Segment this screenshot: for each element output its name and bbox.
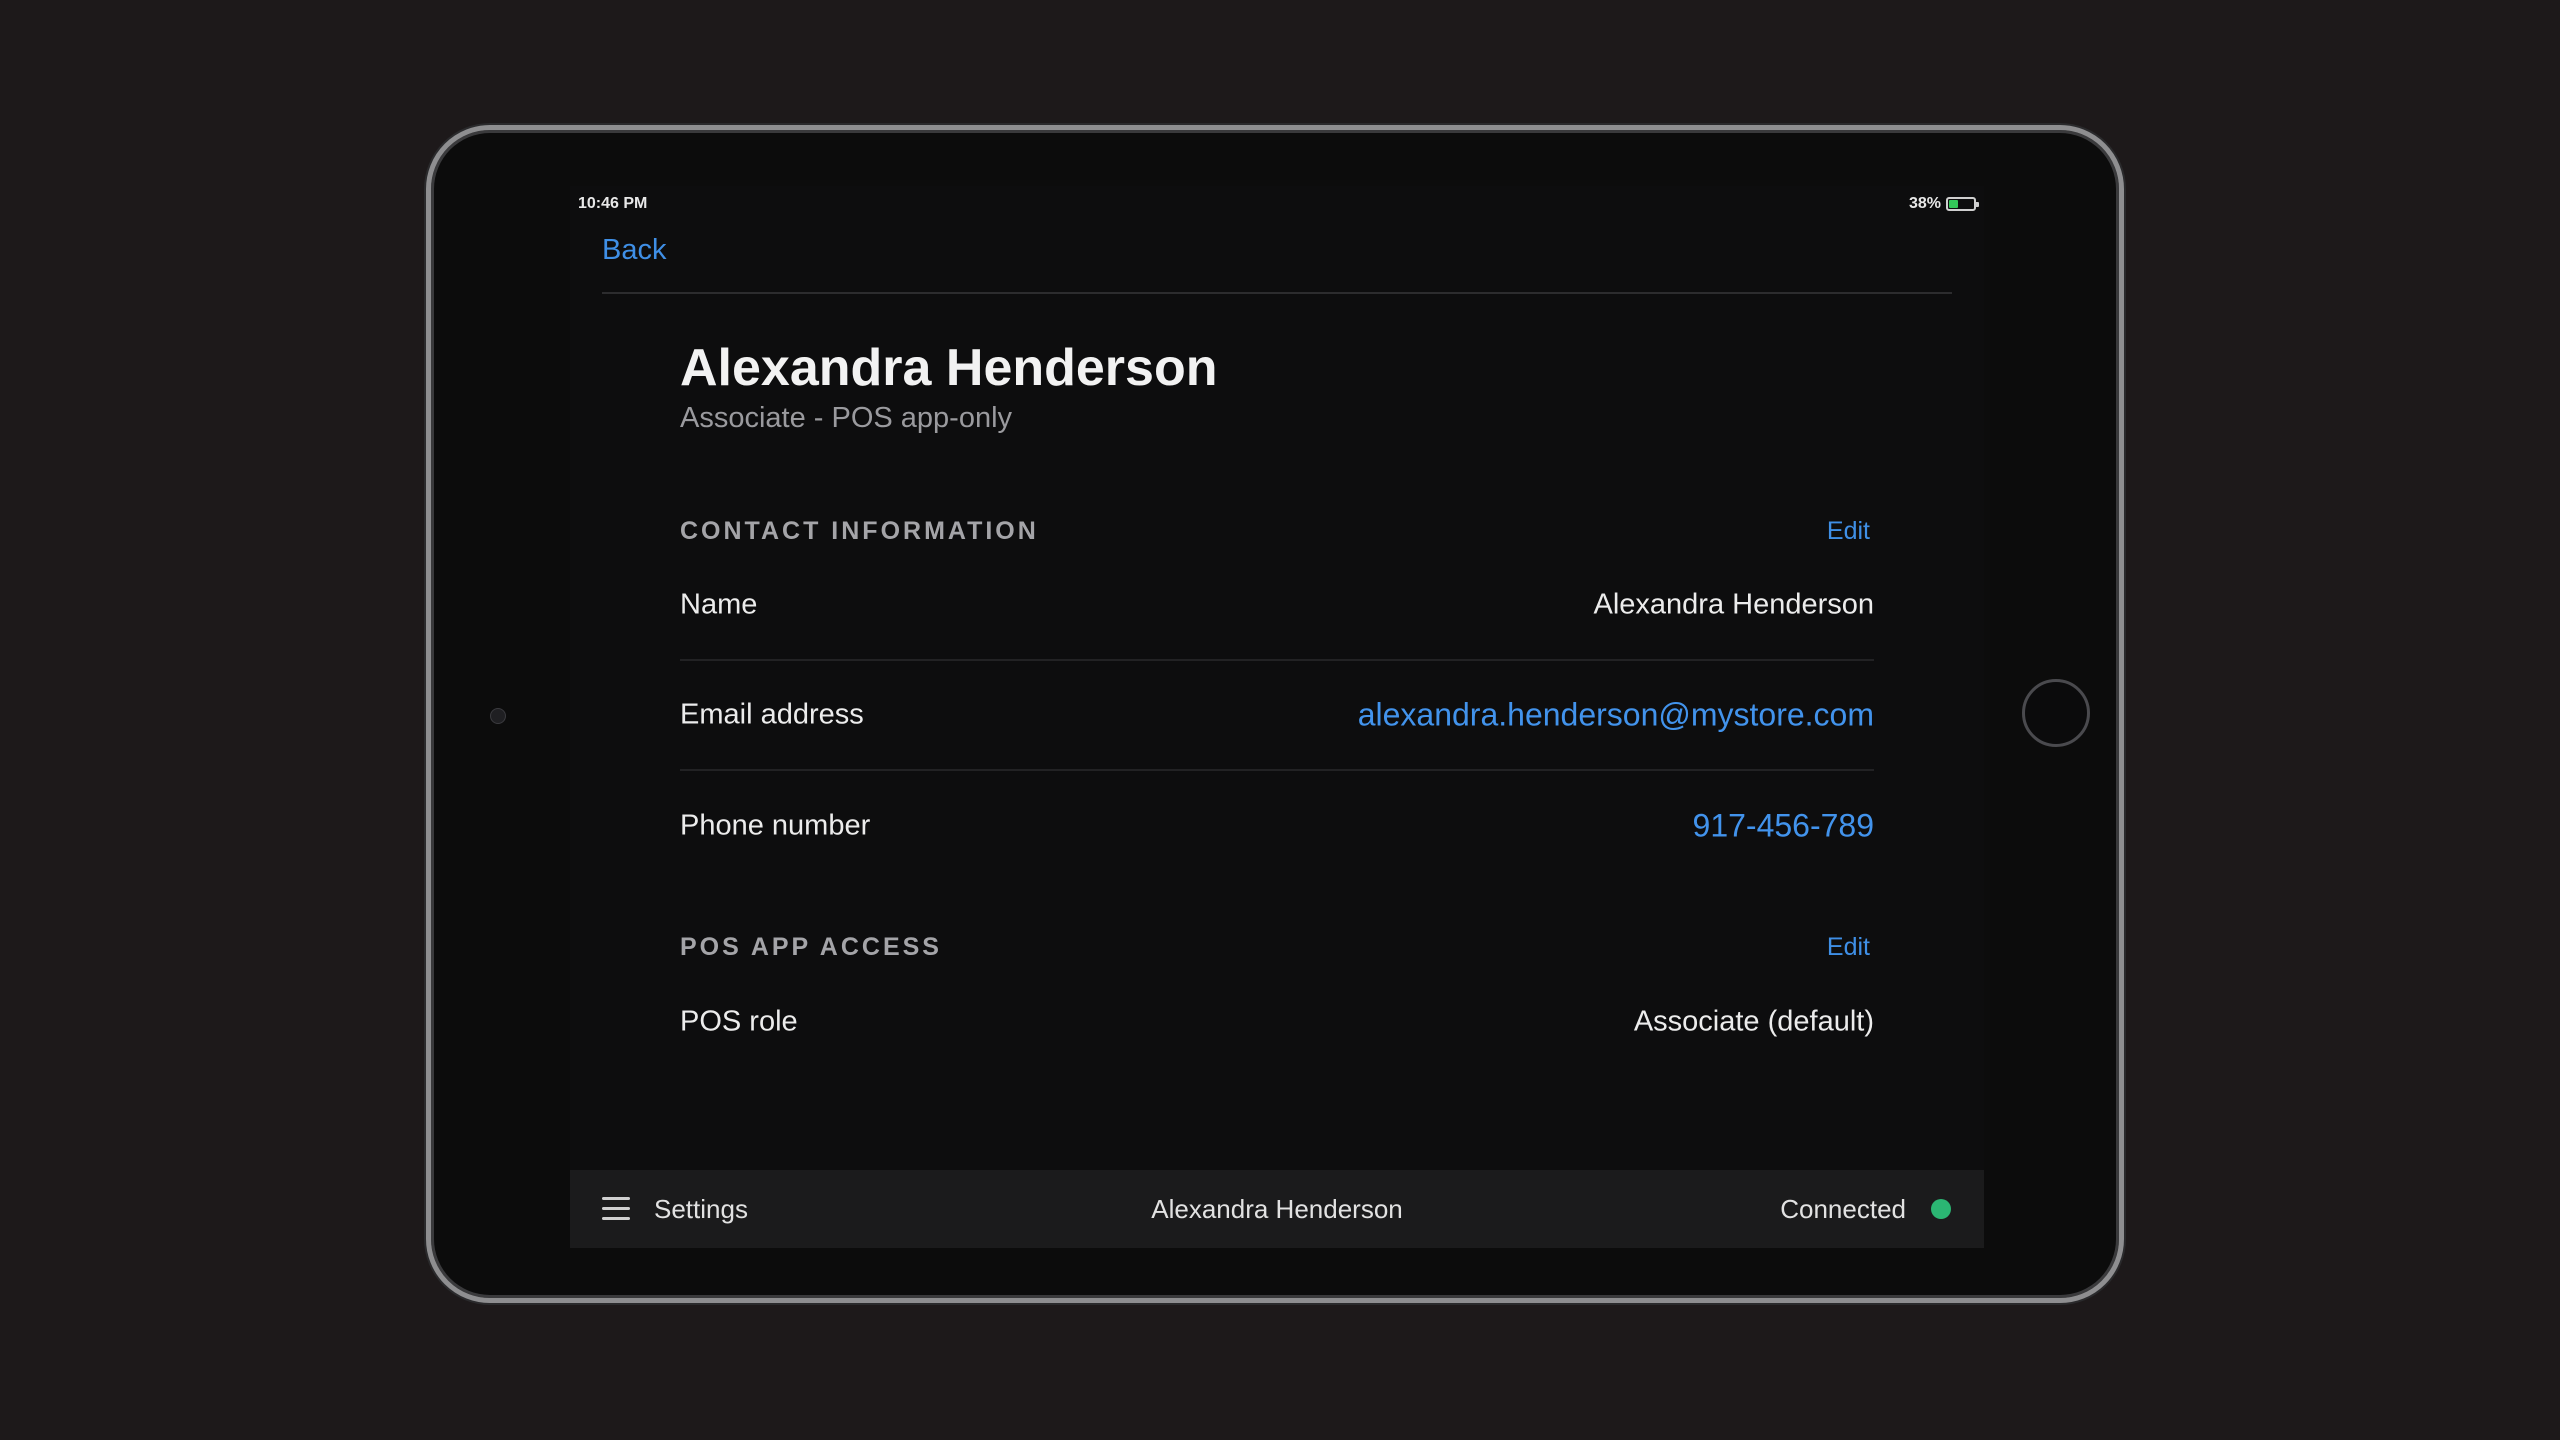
status-bar: 10:46 PM 38% — [570, 186, 1984, 222]
status-right: 38% — [1908, 195, 1979, 213]
contact-section-title: CONTACT INFORMATION — [680, 517, 1039, 545]
row-label: Email address — [680, 698, 864, 731]
stage: 10:46 PM 38% Back Alexandra Henderson As… — [0, 0, 2560, 1440]
nav-bar: Back — [602, 230, 1952, 294]
row-label: POS role — [680, 1005, 798, 1038]
contact-row-phone: Phone number 917-456-789 — [680, 771, 1874, 881]
back-button[interactable]: Back — [602, 234, 666, 267]
status-dot-icon — [1931, 1199, 1951, 1219]
contact-edit-button[interactable]: Edit — [1827, 517, 1870, 546]
profile-role: Associate - POS app-only — [680, 402, 1013, 434]
contact-section-header: CONTACT INFORMATION Edit — [680, 511, 1874, 551]
name-value: Alexandra Henderson — [1593, 588, 1874, 621]
pos-role-value: Associate (default) — [1633, 1005, 1874, 1038]
battery-fill — [1949, 200, 1959, 208]
pos-role-row: POS role Associate (default) — [680, 967, 1874, 1077]
bottom-bar: Settings Alexandra Henderson Connected — [570, 1170, 1984, 1248]
connection-status: Connected — [1780, 1194, 1906, 1224]
page-title: Alexandra Henderson — [680, 339, 1218, 397]
employee-detail: Alexandra Henderson Associate - POS app-… — [680, 336, 1874, 1077]
pos-access-section-title: POS APP ACCESS — [680, 933, 942, 961]
contact-row-name: Name Alexandra Henderson — [680, 551, 1874, 661]
pos-access-edit-button[interactable]: Edit — [1827, 933, 1870, 962]
email-link[interactable]: alexandra.henderson@mystore.com — [1358, 697, 1874, 734]
current-user-label: Alexandra Henderson — [1151, 1194, 1403, 1224]
row-label: Phone number — [680, 809, 871, 842]
pos-access-section-header: POS APP ACCESS Edit — [680, 927, 1874, 967]
home-button[interactable] — [2022, 679, 2090, 747]
battery-icon — [1946, 197, 1979, 211]
battery-percent: 38% — [1908, 195, 1941, 212]
screen: 10:46 PM 38% Back Alexandra Henderson As… — [570, 186, 1984, 1248]
phone-link[interactable]: 917-456-789 — [1693, 808, 1874, 845]
front-camera — [490, 708, 506, 724]
status-time: 10:46 PM — [578, 195, 648, 212]
contact-row-email: Email address alexandra.henderson@mystor… — [680, 661, 1874, 771]
row-label: Name — [680, 588, 758, 621]
